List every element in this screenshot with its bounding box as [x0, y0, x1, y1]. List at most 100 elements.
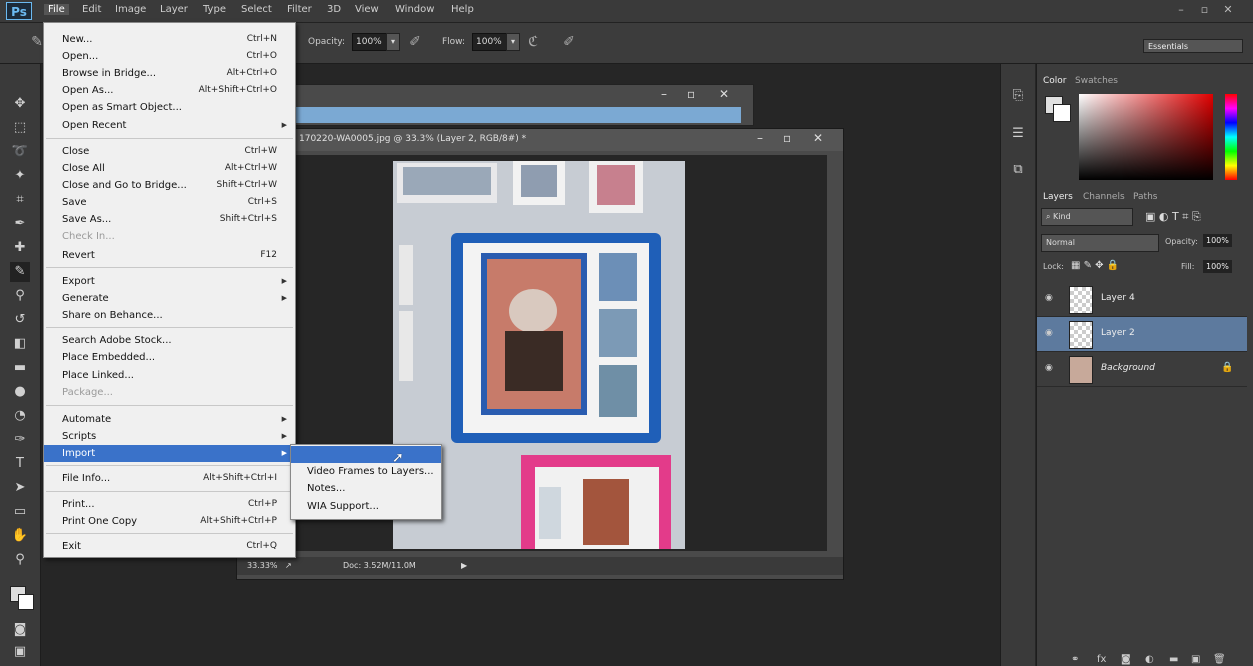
- export-icon[interactable]: ↗: [285, 557, 292, 575]
- clone-stamp-tool-icon[interactable]: ⚲: [10, 286, 30, 306]
- add-mask-icon[interactable]: ◙: [1121, 654, 1131, 665]
- history-brush-tool-icon[interactable]: ↺: [10, 310, 30, 330]
- screen-mode-icon[interactable]: ▣: [10, 642, 30, 662]
- menu-edit[interactable]: Edit: [82, 4, 101, 15]
- fill-field[interactable]: 100%: [1203, 260, 1232, 273]
- menu-item-place-embedded[interactable]: Place Embedded...: [44, 349, 295, 366]
- layer-style-icon[interactable]: fx: [1097, 654, 1106, 665]
- layer-name[interactable]: Background: [1101, 363, 1155, 373]
- tab-paths[interactable]: Paths: [1133, 192, 1157, 202]
- layer-name[interactable]: Layer 2: [1101, 328, 1135, 338]
- eraser-tool-icon[interactable]: ◧: [10, 334, 30, 354]
- menu-file[interactable]: File: [44, 4, 69, 15]
- eyedropper-tool-icon[interactable]: ✒: [10, 214, 30, 234]
- menu-item-file-info[interactable]: File Info... Alt+Shift+Ctrl+I: [44, 470, 295, 487]
- link-layers-icon[interactable]: ⚭: [1071, 654, 1079, 665]
- visibility-eye-icon[interactable]: ◉: [1045, 293, 1053, 303]
- menu-view[interactable]: View: [355, 4, 379, 15]
- background-document-window[interactable]: – ▫ ✕: [290, 84, 754, 126]
- tab-swatches[interactable]: Swatches: [1075, 76, 1118, 86]
- tab-layers[interactable]: Layers: [1043, 192, 1073, 202]
- layer-filter-kind[interactable]: ⌕ Kind: [1041, 208, 1133, 226]
- layer-opacity-field[interactable]: 100%: [1203, 234, 1232, 247]
- back-window-close-icon[interactable]: ✕: [719, 87, 729, 101]
- hue-slider[interactable]: [1225, 94, 1237, 180]
- menu-item-browse-in-bridge[interactable]: Browse in Bridge... Alt+Ctrl+O: [44, 65, 295, 82]
- menu-item-new[interactable]: New... Ctrl+N: [44, 31, 295, 48]
- crop-tool-icon[interactable]: ⌗: [10, 190, 30, 210]
- menu-item-close-go-bridge[interactable]: Close and Go to Bridge... Shift+Ctrl+W: [44, 177, 295, 194]
- submenu-item-notes[interactable]: Notes...: [291, 480, 441, 497]
- background-swatch[interactable]: [1053, 104, 1071, 122]
- minimize-button[interactable]: –: [1171, 3, 1191, 16]
- menu-item-scripts[interactable]: Scripts ▶: [44, 428, 295, 445]
- pressure-size-icon[interactable]: ✐: [560, 33, 578, 51]
- back-window-restore-icon[interactable]: ▫: [687, 87, 695, 101]
- menu-image[interactable]: Image: [115, 4, 146, 15]
- back-window-minimize-icon[interactable]: –: [661, 87, 667, 101]
- submenu-item-video-frames[interactable]: Video Frames to Layers...: [291, 463, 441, 480]
- menu-item-export[interactable]: Export ▶: [44, 273, 295, 290]
- menu-item-print[interactable]: Print... Ctrl+P: [44, 496, 295, 513]
- blend-mode-dropdown[interactable]: Normal: [1041, 234, 1159, 252]
- hand-tool-icon[interactable]: ✋: [10, 526, 30, 546]
- gradient-tool-icon[interactable]: ▬: [10, 358, 30, 378]
- menu-item-generate[interactable]: Generate ▶: [44, 290, 295, 307]
- lock-icons[interactable]: ▦ ✎ ✥ 🔒: [1071, 260, 1119, 271]
- brush-tool-icon[interactable]: ✎: [10, 262, 30, 282]
- quick-select-tool-icon[interactable]: ✦: [10, 166, 30, 186]
- menu-select[interactable]: Select: [241, 4, 272, 15]
- blur-tool-icon[interactable]: ●: [10, 382, 30, 402]
- opacity-field[interactable]: 100%: [352, 33, 388, 51]
- menu-item-close[interactable]: Close Ctrl+W: [44, 143, 295, 160]
- menu-item-exit[interactable]: Exit Ctrl+Q: [44, 538, 295, 555]
- flow-dropdown-icon[interactable]: ▾: [506, 33, 520, 51]
- marquee-tool-icon[interactable]: ⬚: [10, 118, 30, 138]
- move-tool-icon[interactable]: ✥: [10, 94, 30, 114]
- color-spectrum[interactable]: [1079, 94, 1213, 180]
- adjustment-layer-icon[interactable]: ◐: [1145, 654, 1154, 665]
- status-arrow-icon[interactable]: ▶: [461, 557, 467, 575]
- airbrush-icon[interactable]: ℭ: [524, 33, 542, 51]
- menu-item-save[interactable]: Save Ctrl+S: [44, 194, 295, 211]
- submenu-item-wia-support[interactable]: WIA Support...: [291, 498, 441, 515]
- menu-layer[interactable]: Layer: [160, 4, 188, 15]
- menu-item-save-as[interactable]: Save As... Shift+Ctrl+S: [44, 211, 295, 228]
- tab-channels[interactable]: Channels: [1083, 192, 1125, 202]
- doc-close-icon[interactable]: ✕: [813, 131, 823, 145]
- new-layer-icon[interactable]: ▣: [1191, 654, 1200, 665]
- menu-item-open-as[interactable]: Open As... Alt+Shift+Ctrl+O: [44, 82, 295, 99]
- document-titlebar[interactable]: 170220-WA0005.jpg @ 33.3% (Layer 2, RGB/…: [237, 129, 843, 151]
- menu-window[interactable]: Window: [395, 4, 434, 15]
- menu-item-print-one-copy[interactable]: Print One Copy Alt+Shift+Ctrl+P: [44, 513, 295, 530]
- layer-row-background[interactable]: ◉ Background 🔒: [1037, 352, 1247, 387]
- submenu-item-highlighted[interactable]: [291, 446, 441, 463]
- pen-tool-icon[interactable]: ✑: [10, 430, 30, 450]
- tab-color[interactable]: Color: [1043, 76, 1067, 86]
- pressure-opacity-icon[interactable]: ✐: [406, 33, 424, 51]
- workspace-switcher[interactable]: Essentials: [1143, 39, 1243, 53]
- menu-item-open[interactable]: Open... Ctrl+O: [44, 48, 295, 65]
- dodge-tool-icon[interactable]: ◔: [10, 406, 30, 426]
- background-color-swatch[interactable]: [18, 594, 34, 610]
- layer-name[interactable]: Layer 4: [1101, 293, 1135, 303]
- properties-panel-icon[interactable]: ☰: [1008, 124, 1028, 144]
- quick-mask-icon[interactable]: ◙: [10, 620, 30, 640]
- opacity-dropdown-icon[interactable]: ▾: [386, 33, 400, 51]
- menu-item-revert[interactable]: Revert F12: [44, 247, 295, 264]
- lasso-tool-icon[interactable]: ➰: [10, 142, 30, 162]
- menu-help[interactable]: Help: [451, 4, 474, 15]
- new-group-icon[interactable]: ▬: [1169, 654, 1178, 665]
- menu-item-open-recent[interactable]: Open Recent ▶: [44, 117, 295, 134]
- doc-minimize-icon[interactable]: –: [757, 131, 763, 145]
- menu-item-import[interactable]: Import ▶: [44, 445, 295, 462]
- menu-item-automate[interactable]: Automate ▶: [44, 411, 295, 428]
- filter-icons[interactable]: ▣ ◐ T ⌗ ⎘: [1145, 210, 1201, 224]
- menu-item-search-adobe-stock[interactable]: Search Adobe Stock...: [44, 332, 295, 349]
- zoom-tool-icon[interactable]: ⚲: [10, 550, 30, 570]
- zoom-level[interactable]: 33.33%: [247, 557, 278, 575]
- shape-tool-icon[interactable]: ▭: [10, 502, 30, 522]
- type-tool-icon[interactable]: T: [10, 454, 30, 474]
- flow-field[interactable]: 100%: [472, 33, 508, 51]
- restore-button[interactable]: ▫: [1195, 3, 1215, 16]
